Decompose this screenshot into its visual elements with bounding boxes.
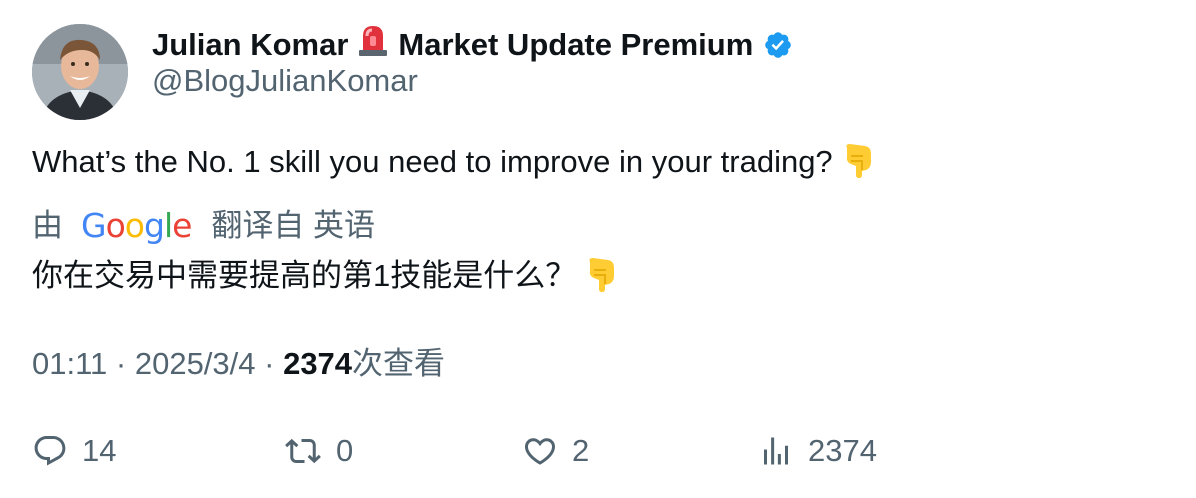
verified-badge-icon[interactable]: [763, 30, 793, 60]
reply-button[interactable]: 14: [32, 432, 116, 470]
rotating-light-icon: [356, 22, 390, 67]
meta-separator: ·: [107, 346, 135, 381]
views-button[interactable]: 2374: [758, 432, 877, 470]
translated-text: 你在交易中需要提高的第1技能是什么？: [32, 256, 618, 302]
translation-prefix: 由: [32, 208, 63, 243]
reply-count: 14: [82, 433, 117, 468]
views-chart-icon: [764, 437, 788, 465]
heart-icon: [524, 438, 556, 465]
google-logo: Google: [81, 206, 192, 245]
meta-separator: ·: [255, 346, 284, 381]
retweet-icon: [285, 438, 321, 464]
views-count: 2374: [283, 346, 353, 381]
translation-suffix: 翻译自 英语: [211, 208, 376, 243]
author-name[interactable]: Julian Komar: [152, 26, 348, 64]
retweet-count: 0: [336, 433, 354, 468]
pointing-down-icon: [584, 256, 618, 302]
author-handle[interactable]: @BlogJulianKomar: [152, 62, 418, 100]
tweet-meta: 01:11 · 2025/3/4 · 2374次查看: [32, 344, 445, 384]
pointing-down-icon: [841, 142, 875, 188]
like-count: 2: [572, 433, 590, 468]
retweet-button[interactable]: 0: [284, 432, 353, 470]
tweet-text-content: What’s the No. 1 skill you need to impro…: [32, 144, 833, 179]
tweet-date[interactable]: 2025/3/4: [135, 346, 256, 381]
views-label: 次查看: [352, 346, 446, 381]
author-name-suffix[interactable]: Market Update Premium: [398, 26, 753, 64]
tweet-time[interactable]: 01:11: [32, 346, 107, 381]
reply-icon: [34, 436, 66, 466]
avatar[interactable]: [32, 24, 128, 120]
author-name-row[interactable]: Julian Komar Market Update Premium: [152, 22, 793, 67]
tweet-text: What’s the No. 1 skill you need to impro…: [32, 142, 875, 188]
translated-text-content: 你在交易中需要提高的第1技能是什么？: [32, 258, 577, 293]
views-action-count: 2374: [808, 433, 877, 468]
translation-attribution[interactable]: 由 Google 翻译自 英语: [32, 206, 375, 246]
avatar-image: [32, 24, 128, 120]
like-button[interactable]: 2: [522, 432, 589, 470]
